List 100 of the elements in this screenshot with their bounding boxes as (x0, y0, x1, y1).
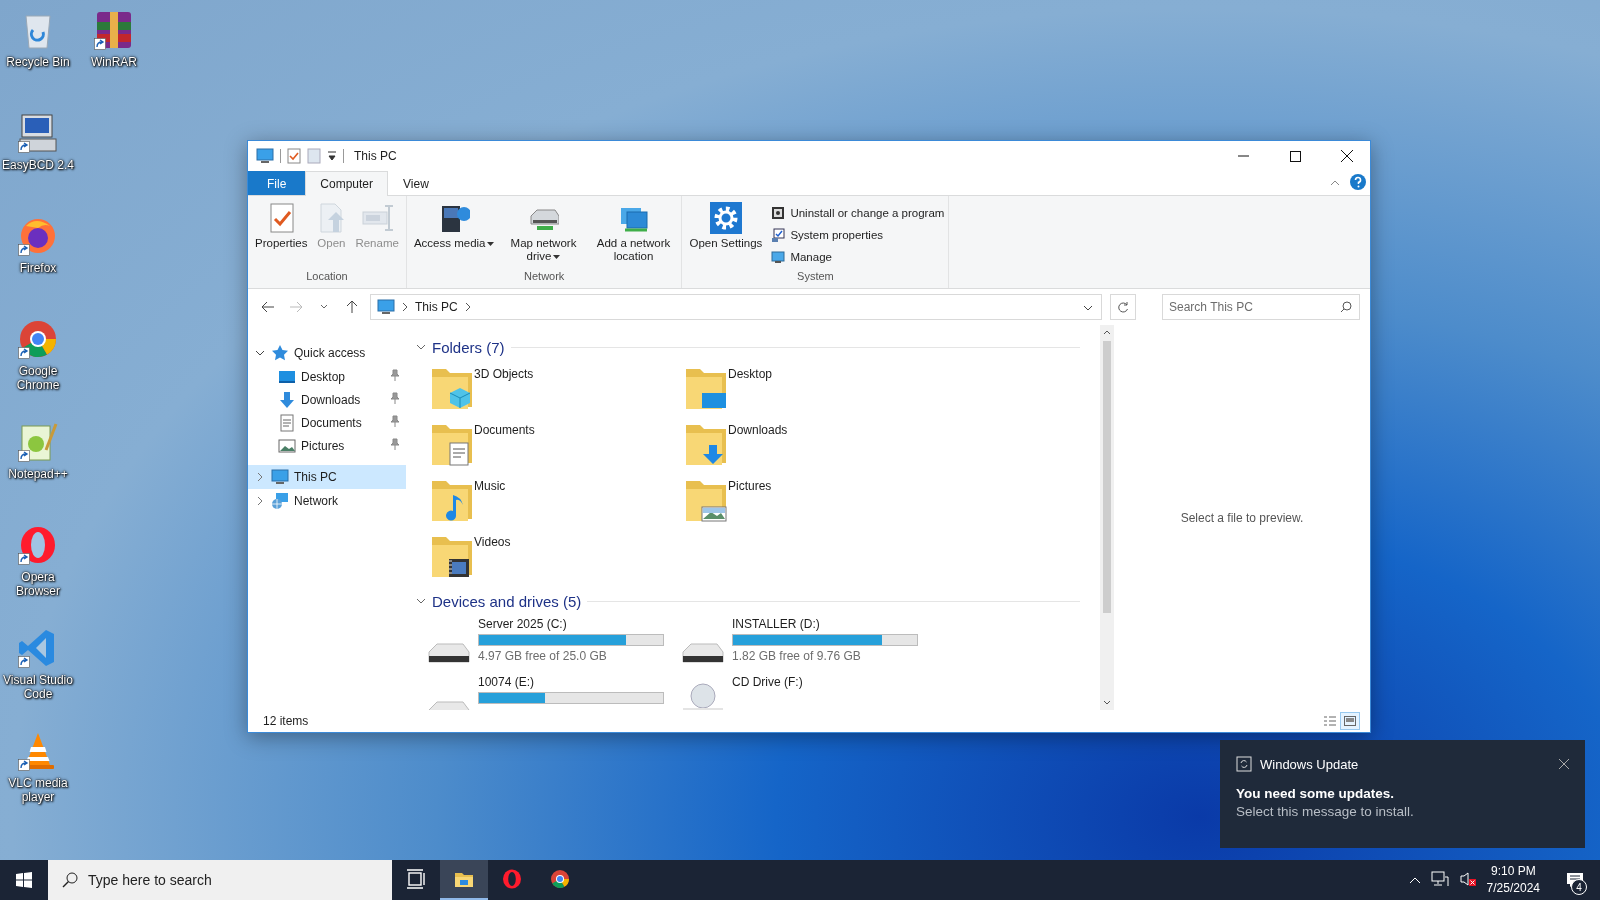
drive-item[interactable]: CD Drive (F:) (682, 675, 936, 710)
scrollbar[interactable] (1100, 325, 1114, 710)
large-icons-icon (1344, 716, 1356, 726)
pictures-icon (278, 436, 296, 455)
settings-icon (709, 202, 742, 234)
address-bar[interactable]: This PC (370, 294, 1102, 320)
search-icon (62, 872, 78, 888)
taskbar-search-field[interactable]: Type here to search (48, 860, 392, 900)
folder-item[interactable]: 3D Objects (428, 363, 682, 411)
search-icon (1340, 301, 1352, 313)
hard-drive-icon (428, 643, 470, 663)
ribbon-button[interactable]: Map network drive (499, 200, 588, 265)
easybcd-app-icon (16, 111, 60, 155)
back-arrow-icon (261, 301, 275, 313)
drive-item[interactable]: Server 2025 (C:) 4.97 GB free of 25.0 GB (428, 617, 682, 667)
up-arrow-icon (346, 300, 358, 314)
network-icon (271, 492, 289, 510)
nav-item[interactable]: Documents (248, 411, 406, 434)
taskbar-app-button[interactable] (440, 860, 488, 900)
ribbon-command[interactable]: Manage (771, 247, 945, 266)
ribbon-group-label: Location (305, 270, 349, 284)
ribbon-tab[interactable]: Computer (305, 171, 389, 196)
folder-item[interactable]: Music (428, 475, 682, 523)
properties-check-icon (287, 148, 301, 164)
ribbon-group-label: Network (523, 270, 566, 284)
refresh-icon (1117, 301, 1129, 313)
group-header[interactable]: Folders (7) (432, 338, 505, 356)
nav-item[interactable]: Desktop (248, 365, 406, 388)
folder-item[interactable]: Pictures (682, 475, 936, 523)
clock[interactable]: 9:10 PM 7/25/2024 (1486, 863, 1540, 897)
task-view-icon (406, 869, 426, 889)
refresh-button[interactable] (1110, 294, 1136, 320)
nav-item[interactable]: Network (248, 489, 406, 513)
nav-item[interactable]: Quick access (248, 341, 406, 365)
item-count: 12 items (263, 714, 309, 728)
nav-item[interactable]: Downloads (248, 388, 406, 411)
computer-icon (256, 148, 274, 164)
folder-item[interactable]: Downloads (682, 419, 936, 467)
notification-message[interactable]: Select this message to install. (1236, 804, 1569, 819)
forward-arrow-icon (289, 301, 303, 313)
computer-icon (377, 299, 395, 315)
chevron-down-icon (320, 304, 328, 310)
customize-dropdown-icon (327, 150, 337, 162)
close-icon (1559, 759, 1569, 769)
notification-count-badge: 4 (1571, 879, 1587, 895)
drive-item[interactable]: 10074 (E:) (428, 675, 682, 710)
chrome-icon (550, 869, 570, 889)
ribbon-button[interactable]: Open Settings (686, 200, 766, 252)
chevron-right-icon (401, 302, 409, 312)
rename-field-icon (361, 202, 394, 234)
downloads-icon (278, 390, 296, 409)
pin-icon[interactable] (390, 438, 400, 453)
ribbon-button[interactable]: Add a network location (589, 200, 678, 265)
notification-app-name: Windows Update (1260, 756, 1359, 772)
monitor-check-icon (771, 227, 786, 242)
windows-logo-icon (16, 872, 32, 888)
maximize-icon (1289, 150, 1301, 162)
action-center-button[interactable]: 4 (1558, 860, 1592, 900)
hard-drive-icon (682, 643, 724, 663)
notification-title[interactable]: You need some updates. (1236, 786, 1569, 801)
star-icon (271, 344, 289, 362)
scroll-down-icon[interactable] (1103, 700, 1111, 706)
group-header[interactable]: Devices and drives (5) (432, 592, 582, 610)
opera-icon (502, 869, 522, 889)
search-field[interactable]: Search This PC (1162, 294, 1360, 320)
preview-message: Select a file to preview. (1180, 510, 1304, 525)
close-icon (1341, 150, 1353, 162)
pin-icon[interactable] (390, 392, 400, 407)
new-folder-icon (307, 148, 321, 164)
monitor-icon (771, 249, 786, 264)
nav-item[interactable]: This PC (248, 465, 406, 489)
documents-icon (278, 413, 296, 432)
file-menu-tab[interactable]: File (248, 171, 306, 195)
ribbon-button[interactable]: Access media (410, 200, 498, 252)
drive-item[interactable]: INSTALLER (D:) 1.82 GB free of 9.76 GB (682, 617, 936, 667)
ribbon-tab[interactable]: View (388, 171, 444, 195)
window-title: This PC (354, 149, 397, 163)
large-icons-view-button[interactable] (1340, 712, 1360, 730)
ribbon-command[interactable]: Uninstall or change a program (771, 203, 945, 222)
pin-icon[interactable] (390, 369, 400, 384)
folder-item[interactable]: Videos (428, 531, 682, 579)
disc-icon (771, 205, 786, 220)
minimize-icon (1237, 155, 1249, 157)
close-button[interactable] (1559, 759, 1569, 769)
nav-item[interactable]: Pictures (248, 434, 406, 457)
ribbon-command[interactable]: System properties (771, 225, 945, 244)
pin-icon[interactable] (390, 415, 400, 430)
chevron-down-icon[interactable] (254, 348, 266, 358)
details-list-icon (1324, 716, 1336, 726)
scroll-up-icon[interactable] (1103, 329, 1111, 335)
help-icon[interactable] (1350, 173, 1366, 193)
computer-icon (271, 468, 289, 486)
ribbon-group-label: System (796, 270, 835, 284)
folder-item[interactable]: Desktop (682, 363, 936, 411)
chevron-down-icon[interactable] (416, 596, 426, 606)
ribbon-button[interactable]: Properties (252, 200, 311, 252)
chevron-down-icon[interactable] (416, 342, 426, 352)
chevron-right-icon (463, 302, 472, 312)
breadcrumb[interactable]: This PC (415, 300, 458, 314)
folder-item[interactable]: Documents (428, 419, 682, 467)
